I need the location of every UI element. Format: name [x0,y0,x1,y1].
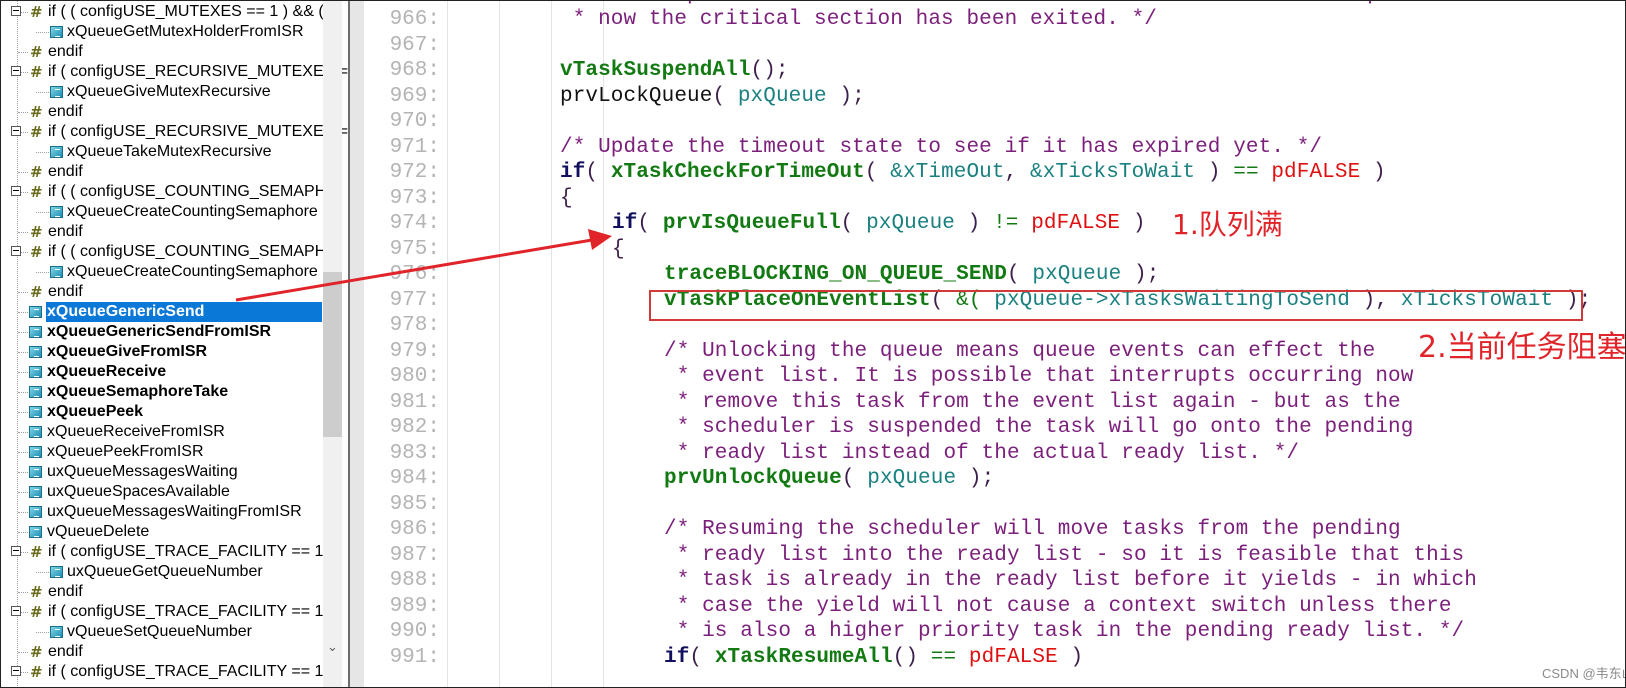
window-border [0,0,1626,688]
